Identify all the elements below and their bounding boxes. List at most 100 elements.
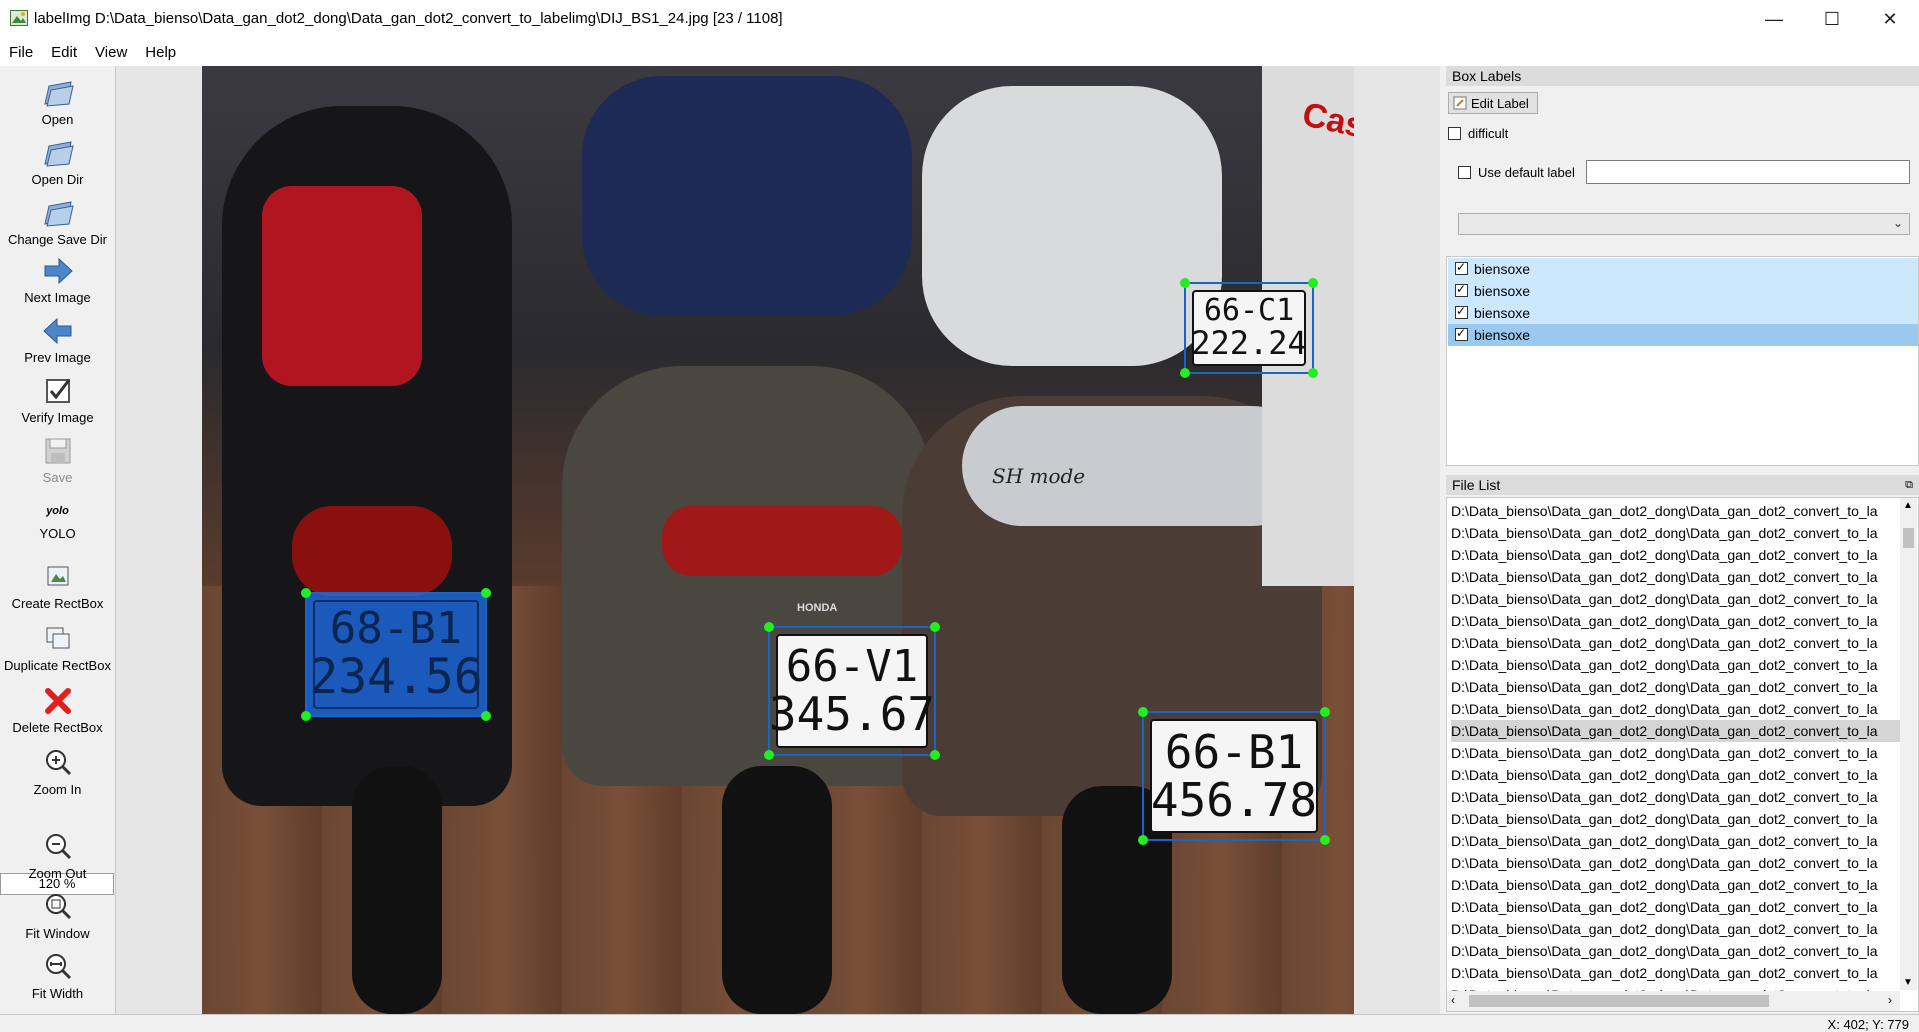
file-list-item[interactable]: D:\Data_bienso\Data_gan_dot2_dong\Data_g… — [1451, 610, 1903, 632]
delete-rectbox-button[interactable]: Delete RectBox — [0, 684, 115, 735]
edit-label-text: Edit Label — [1471, 96, 1529, 111]
horizontal-scrollbar[interactable]: ‹ › — [1447, 991, 1900, 1011]
yolo-label: YOLO — [39, 526, 76, 541]
bounding-box-selected[interactable]: 68-B1 234.56 — [301, 588, 491, 721]
fit-window-button[interactable]: Fit Window — [0, 890, 115, 941]
file-list-item[interactable]: D:\Data_bienso\Data_gan_dot2_dong\Data_g… — [1451, 676, 1903, 698]
save-label: Save — [42, 470, 73, 485]
label-checkbox[interactable] — [1455, 282, 1468, 297]
file-list-item[interactable]: D:\Data_bienso\Data_gan_dot2_dong\Data_g… — [1451, 830, 1903, 852]
minimize-button[interactable]: — — [1745, 0, 1803, 38]
file-list-item[interactable]: D:\Data_bienso\Data_gan_dot2_dong\Data_g… — [1451, 918, 1903, 940]
create-rectbox-button[interactable]: Create RectBox — [0, 560, 115, 611]
scrollbar-thumb[interactable] — [1469, 995, 1769, 1007]
file-list-item[interactable]: D:\Data_bienso\Data_gan_dot2_dong\Data_g… — [1451, 698, 1903, 720]
label-list-item-current[interactable]: biensoxe — [1448, 324, 1918, 346]
menu-edit[interactable]: Edit — [42, 44, 86, 61]
folder-open-icon — [43, 201, 74, 227]
scroll-up-icon[interactable]: ▲ — [1903, 500, 1913, 511]
file-list-item[interactable]: D:\Data_bienso\Data_gan_dot2_dong\Data_g… — [1451, 500, 1903, 522]
bbox-handle[interactable] — [1308, 278, 1318, 288]
bbox-handle[interactable] — [481, 711, 491, 721]
label-list-item[interactable]: biensoxe — [1448, 280, 1918, 302]
zoom-out-label: Zoom Out — [28, 866, 87, 881]
zoom-out-button[interactable]: Zoom Out — [0, 830, 115, 881]
file-list-item[interactable]: D:\Data_bienso\Data_gan_dot2_dong\Data_g… — [1451, 588, 1903, 610]
change-save-dir-button[interactable]: Change Save Dir — [0, 196, 115, 247]
scroll-down-icon[interactable]: ▼ — [1903, 977, 1913, 988]
bbox-handle[interactable] — [481, 588, 491, 598]
undock-icon[interactable]: ⧉ — [1905, 475, 1913, 495]
plate-line2: 456.78 — [1150, 773, 1318, 827]
scrollbar-thumb[interactable] — [1903, 528, 1914, 548]
bbox-handle[interactable] — [764, 750, 774, 760]
menu-help[interactable]: Help — [136, 44, 185, 61]
image-canvas[interactable]: HONDA SH mode Castr 68-B1 234.56 66-V1 3… — [116, 66, 1440, 1014]
bounding-box[interactable]: 66-V1 345.67 — [764, 622, 940, 760]
bike-left-taillight — [292, 506, 452, 596]
open-button[interactable]: Open — [0, 76, 115, 127]
motorbike-photo[interactable]: HONDA SH mode Castr 68-B1 234.56 66-V1 3… — [202, 66, 1354, 1014]
maximize-button[interactable]: ☐ — [1803, 0, 1861, 38]
save-button[interactable]: Save — [0, 434, 115, 485]
bbox-handle[interactable] — [764, 622, 774, 632]
file-list-item[interactable]: D:\Data_bienso\Data_gan_dot2_dong\Data_g… — [1451, 544, 1903, 566]
bbox-handle[interactable] — [1138, 707, 1148, 717]
file-list-item[interactable]: D:\Data_bienso\Data_gan_dot2_dong\Data_g… — [1451, 566, 1903, 588]
bbox-handle[interactable] — [1308, 368, 1318, 378]
label-list-item[interactable]: biensoxe — [1448, 302, 1918, 324]
file-list: D:\Data_bienso\Data_gan_dot2_dong\Data_g… — [1446, 497, 1919, 1012]
bbox-handle[interactable] — [1138, 835, 1148, 845]
scroll-left-icon[interactable]: ‹ — [1451, 993, 1455, 1007]
file-list-item[interactable]: D:\Data_bienso\Data_gan_dot2_dong\Data_g… — [1451, 940, 1903, 962]
save-icon — [45, 438, 70, 464]
bbox-handle[interactable] — [1180, 278, 1190, 288]
bbox-handle[interactable] — [301, 588, 311, 598]
default-label-input[interactable] — [1586, 160, 1910, 184]
next-image-button[interactable]: Next Image — [0, 254, 115, 305]
file-list-item[interactable]: D:\Data_bienso\Data_gan_dot2_dong\Data_g… — [1451, 962, 1903, 984]
label-checkbox[interactable] — [1455, 326, 1468, 341]
bounding-box[interactable]: 66-C1 222.24 — [1180, 278, 1318, 378]
file-list-item[interactable]: D:\Data_bienso\Data_gan_dot2_dong\Data_g… — [1451, 764, 1903, 786]
zoom-in-button[interactable]: Zoom In — [0, 746, 115, 797]
file-list-item[interactable]: D:\Data_bienso\Data_gan_dot2_dong\Data_g… — [1451, 632, 1903, 654]
edit-label-button[interactable]: Edit Label — [1448, 92, 1538, 114]
label-dropdown[interactable]: ⌄ — [1458, 213, 1910, 235]
delete-rectbox-label: Delete RectBox — [12, 720, 103, 735]
menu-view[interactable]: View — [86, 44, 136, 61]
bbox-handle[interactable] — [930, 622, 940, 632]
label-list-item[interactable]: biensoxe — [1448, 258, 1918, 280]
open-dir-button[interactable]: Open Dir — [0, 136, 115, 187]
file-list-item[interactable]: D:\Data_bienso\Data_gan_dot2_dong\Data_g… — [1451, 874, 1903, 896]
yolo-button[interactable]: yolo YOLO — [0, 498, 115, 541]
verify-image-button[interactable]: Verify Image — [0, 374, 115, 425]
scroll-right-icon[interactable]: › — [1888, 993, 1892, 1007]
file-list-item[interactable]: D:\Data_bienso\Data_gan_dot2_dong\Data_g… — [1451, 786, 1903, 808]
folder-open-icon — [43, 141, 74, 167]
close-button[interactable]: ✕ — [1861, 0, 1919, 38]
file-list-item[interactable]: D:\Data_bienso\Data_gan_dot2_dong\Data_g… — [1451, 654, 1903, 676]
bbox-handle[interactable] — [1180, 368, 1190, 378]
file-list-item[interactable]: D:\Data_bienso\Data_gan_dot2_dong\Data_g… — [1451, 808, 1903, 830]
vertical-scrollbar[interactable]: ▲ ▼ — [1900, 498, 1917, 990]
menu-file[interactable]: File — [0, 44, 42, 61]
bbox-handle[interactable] — [301, 711, 311, 721]
duplicate-rectbox-button[interactable]: Duplicate RectBox — [0, 622, 115, 673]
label-checkbox[interactable] — [1455, 260, 1468, 275]
use-default-label-checkbox[interactable] — [1458, 166, 1471, 179]
file-list-item-current[interactable]: D:\Data_bienso\Data_gan_dot2_dong\Data_g… — [1451, 720, 1903, 742]
file-list-item[interactable]: D:\Data_bienso\Data_gan_dot2_dong\Data_g… — [1451, 742, 1903, 764]
fit-width-button[interactable]: Fit Width — [0, 950, 115, 1001]
file-list-item[interactable]: D:\Data_bienso\Data_gan_dot2_dong\Data_g… — [1451, 896, 1903, 918]
bounding-box[interactable]: 66-B1 456.78 — [1138, 707, 1330, 845]
bbox-handle[interactable] — [930, 750, 940, 760]
bbox-handle[interactable] — [1320, 835, 1330, 845]
label-checkbox[interactable] — [1455, 304, 1468, 319]
bbox-handle[interactable] — [1320, 707, 1330, 717]
prev-image-button[interactable]: Prev Image — [0, 314, 115, 365]
file-list-item[interactable]: D:\Data_bienso\Data_gan_dot2_dong\Data_g… — [1451, 852, 1903, 874]
difficult-checkbox[interactable] — [1448, 127, 1461, 140]
label-text: biensoxe — [1474, 327, 1531, 343]
file-list-item[interactable]: D:\Data_bienso\Data_gan_dot2_dong\Data_g… — [1451, 522, 1903, 544]
